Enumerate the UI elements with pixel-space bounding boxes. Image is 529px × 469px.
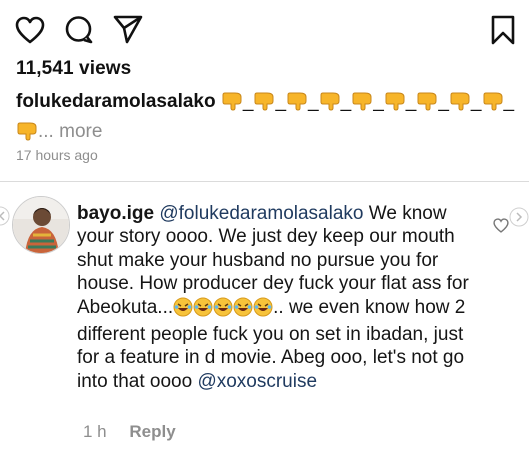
caption-emoji-row: _ _ _ _ _ _ _ _ _ [221,91,514,112]
comment-username[interactable]: bayo.ige [77,203,154,224]
pointing-down-hand-emoji-icon [416,91,438,119]
chevron-right-icon[interactable] [508,206,529,233]
pointing-down-hand-emoji-icon [482,91,504,119]
avatar[interactable] [12,196,70,254]
comment-age: 1 h [83,422,107,441]
comment-mention[interactable]: @folukedaramolasalako [159,203,363,224]
laugh-emoji-row [173,297,273,318]
bookmark-icon[interactable] [490,15,516,45]
rolling-on-floor-laughing-emoji-icon [193,297,213,323]
caption-separator: _ [503,91,515,112]
reply-button[interactable]: Reply [129,422,175,441]
comment-meta: 1 h Reply [83,422,176,442]
pointing-down-hand-emoji-icon [351,91,373,119]
pointing-down-hand-emoji-icon [286,91,308,119]
pointing-down-hand-emoji-icon [449,91,471,119]
heart-outline-icon[interactable] [15,16,45,44]
pointing-down-hand-emoji-icon [253,91,275,119]
caption-separator: _ [275,91,287,112]
caption-separator: _ [405,91,417,112]
rolling-on-floor-laughing-emoji-icon [173,297,193,323]
rolling-on-floor-laughing-emoji-icon [213,297,233,323]
comment-item: bayo.ige @folukedaramolasalako We know y… [0,182,529,469]
rolling-on-floor-laughing-emoji-icon [233,297,253,323]
pointing-down-hand-emoji-icon [319,91,341,119]
post-timestamp: 17 hours ago [16,147,98,163]
caption-separator: _ [373,91,384,112]
comment-bubble-icon[interactable] [64,15,94,45]
caption-username[interactable]: folukedaramolasalako [16,91,216,112]
rolling-on-floor-laughing-emoji-icon [253,297,273,323]
pointing-down-hand-emoji-icon [384,91,406,119]
caption-separator: _ [340,91,352,112]
comment-mention-2[interactable]: @xoxoscruise [197,371,317,392]
pointing-down-hand-emoji-icon [16,121,38,149]
views-count: 11,541 views [16,58,132,79]
caption-separator: _ [470,91,482,112]
caption-separator: _ [242,91,254,112]
caption-more-link[interactable]: ... more [38,121,102,142]
comment-body: bayo.ige @folukedaramolasalako We know y… [77,202,477,393]
paper-plane-icon[interactable] [113,14,143,44]
pointing-down-hand-emoji-icon [221,91,243,119]
post-caption: folukedaramolasalako _ _ _ _ _ _ _ _ _ ... more [16,89,521,149]
caption-separator: _ [438,91,449,112]
caption-separator: _ [308,91,319,112]
comment-like-heart-icon[interactable] [493,218,509,238]
post-action-bar [0,0,529,60]
